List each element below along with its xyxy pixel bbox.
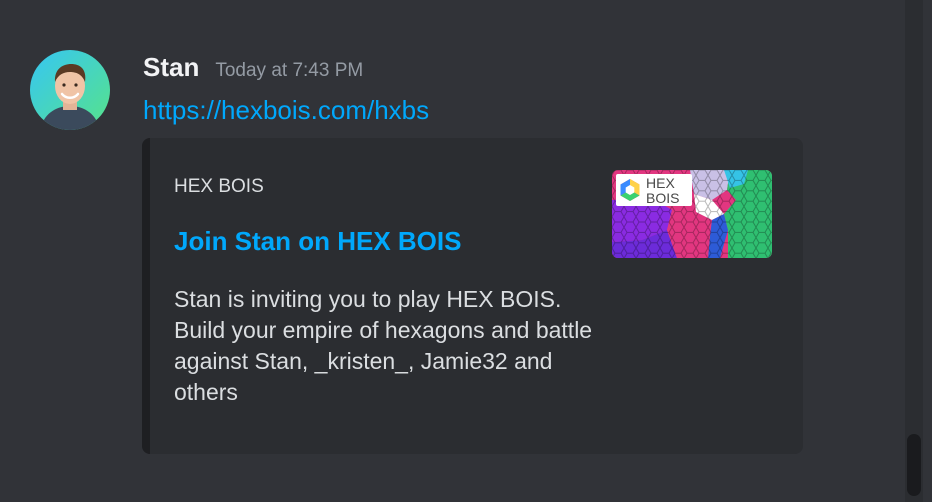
message-header: Stan Today at 7:43 PM: [143, 52, 363, 83]
scrollbar-thumb[interactable]: [907, 434, 921, 496]
hex-bois-logo: HEX BOIS: [612, 170, 772, 258]
message-link[interactable]: https://hexbois.com/hxbs: [143, 95, 429, 126]
logo-word-hex: HEX: [646, 175, 675, 191]
chat-view: Stan Today at 7:43 PM https://hexbois.co…: [0, 0, 932, 502]
embed-accent-bar: [142, 138, 150, 454]
author-name[interactable]: Stan: [143, 52, 199, 83]
avatar[interactable]: [30, 50, 110, 130]
message-timestamp: Today at 7:43 PM: [215, 60, 364, 81]
embed-thumbnail[interactable]: HEX BOIS: [612, 170, 772, 258]
logo-word-bois: BOIS: [646, 190, 679, 206]
embed-provider: HEX BOIS: [174, 176, 264, 197]
embed-description: Stan is inviting you to play HEX BOIS. B…: [174, 286, 593, 405]
link-embed: HEX BOIS Join Stan on HEX BOIS Stan is i…: [142, 138, 803, 454]
avatar-photo: [30, 50, 110, 130]
scrollbar-track[interactable]: [905, 0, 923, 502]
embed-title[interactable]: Join Stan on HEX BOIS: [174, 226, 461, 257]
